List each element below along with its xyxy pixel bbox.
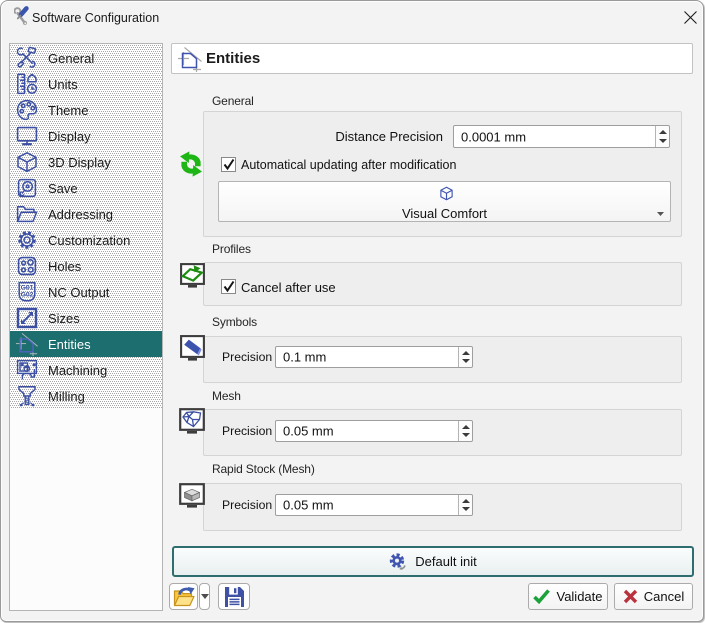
svg-text:G02: G02 [21, 292, 34, 299]
svg-text:G01: G01 [21, 284, 34, 291]
